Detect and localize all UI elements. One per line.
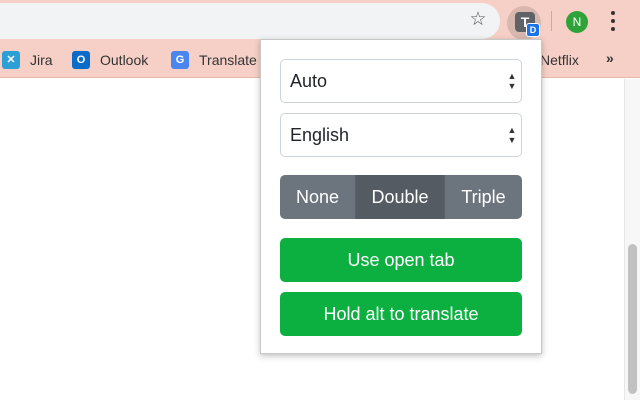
click-mode-none-button[interactable]: None bbox=[280, 175, 355, 219]
use-open-tab-button[interactable]: Use open tab bbox=[280, 238, 522, 282]
jira-icon: ✕ bbox=[2, 51, 20, 69]
target-language-value: English bbox=[290, 125, 350, 145]
translator-extension-button[interactable]: T D bbox=[507, 6, 541, 40]
more-vert-icon[interactable] bbox=[605, 9, 621, 33]
hold-alt-to-translate-button[interactable]: Hold alt to translate bbox=[280, 292, 522, 336]
translator-popup: Auto ▲ ▼ English ▲ ▼ None Double Triple Us… bbox=[260, 39, 542, 354]
browser-toolbar: ☆ T D N bbox=[0, 0, 640, 42]
toolbar-divider bbox=[551, 11, 552, 31]
extension-d-badge: D bbox=[526, 23, 540, 37]
scrollbar-thumb[interactable] bbox=[628, 244, 637, 394]
source-language-value: Auto bbox=[290, 71, 328, 91]
select-arrows-icon: ▲ ▼ bbox=[507, 125, 517, 145]
bookmark-label: Netflix bbox=[540, 52, 579, 68]
click-mode-double-button[interactable]: Double bbox=[355, 175, 444, 219]
profile-avatar[interactable]: N bbox=[566, 11, 588, 33]
bookmarks-overflow-icon[interactable]: » bbox=[606, 50, 614, 66]
click-mode-toggle-group: None Double Triple bbox=[280, 175, 522, 219]
bookmark-label: Jira bbox=[30, 52, 53, 68]
select-arrows-icon: ▲ ▼ bbox=[507, 71, 517, 91]
outlook-icon: O bbox=[72, 51, 90, 69]
target-language-select[interactable]: English ▲ ▼ bbox=[280, 113, 522, 157]
address-bar[interactable] bbox=[0, 3, 500, 39]
google-translate-icon: G bbox=[171, 51, 189, 69]
bookmark-label: Translate bbox=[199, 52, 257, 68]
click-mode-triple-button[interactable]: Triple bbox=[444, 175, 522, 219]
star-icon[interactable]: ☆ bbox=[467, 9, 489, 31]
bookmark-label: Outlook bbox=[100, 52, 149, 68]
source-language-select[interactable]: Auto ▲ ▼ bbox=[280, 59, 522, 103]
